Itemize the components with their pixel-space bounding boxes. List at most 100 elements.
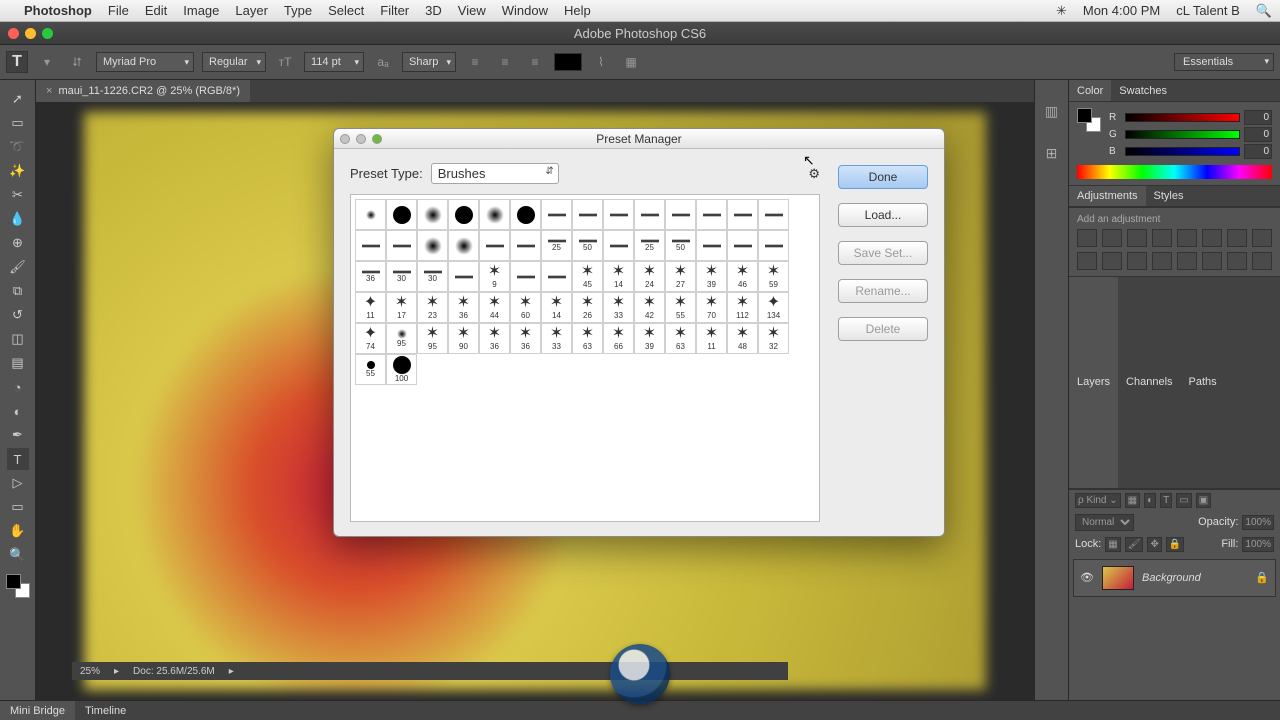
filter-shape-icon[interactable]: ▭	[1176, 493, 1191, 508]
brush-preset[interactable]: 48	[727, 323, 758, 354]
filter-type-icon[interactable]: T	[1160, 493, 1172, 508]
brush-preset[interactable]: 14	[541, 292, 572, 323]
brush-preset[interactable]	[696, 199, 727, 230]
stamp-tool-icon[interactable]: ⧉	[7, 280, 29, 302]
brush-preset[interactable]	[665, 199, 696, 230]
crop-tool-icon[interactable]: ✂	[7, 184, 29, 206]
b-slider[interactable]	[1125, 147, 1240, 156]
preset-type-dropdown[interactable]: Brushes	[431, 163, 559, 184]
brush-preset[interactable]: 33	[541, 323, 572, 354]
adj-bw-icon[interactable]	[1252, 229, 1272, 247]
presets-list[interactable]: 2550255036303094514242739465911172336446…	[350, 194, 820, 522]
brush-preset[interactable]: 46	[727, 261, 758, 292]
eraser-tool-icon[interactable]: ◫	[7, 328, 29, 350]
brush-preset[interactable]: 44	[479, 292, 510, 323]
brush-preset[interactable]: 100	[386, 354, 417, 385]
zoom-tool-icon[interactable]: 🔍	[7, 544, 29, 566]
brush-preset[interactable]: 33	[603, 292, 634, 323]
zoom-level[interactable]: 25%	[80, 666, 100, 677]
font-size-dropdown[interactable]: 114 pt	[304, 52, 364, 72]
adj-threshold-icon[interactable]	[1202, 252, 1222, 270]
dialog-close-icon[interactable]	[340, 134, 350, 144]
menubar-sync-icon[interactable]: ✳	[1056, 3, 1067, 19]
adj-exposure-icon[interactable]	[1152, 229, 1172, 247]
visibility-icon[interactable]: 👁	[1080, 571, 1094, 584]
font-style-dropdown[interactable]: Regular	[202, 52, 266, 72]
menu-view[interactable]: View	[458, 3, 486, 18]
app-menu[interactable]: Photoshop	[24, 3, 92, 18]
pen-tool-icon[interactable]: ✒	[7, 424, 29, 446]
blur-tool-icon[interactable]: ◔	[7, 376, 29, 398]
type-tool-icon[interactable]: T	[7, 448, 29, 470]
lock-all-icon[interactable]: 🔒	[1166, 537, 1184, 552]
brush-preset[interactable]: 23	[417, 292, 448, 323]
fill-input[interactable]: 100%	[1242, 537, 1274, 552]
tool-indicator[interactable]: T	[6, 51, 28, 73]
properties-panel-icon[interactable]: ⊞	[1041, 142, 1063, 164]
brush-preset[interactable]	[386, 230, 417, 261]
brush-preset[interactable]	[510, 230, 541, 261]
lock-trans-icon[interactable]: ▦	[1105, 537, 1120, 552]
path-select-tool-icon[interactable]: ▷	[7, 472, 29, 494]
adj-curves-icon[interactable]	[1127, 229, 1147, 247]
brush-preset[interactable]	[696, 230, 727, 261]
load-button[interactable]: Load...	[838, 203, 928, 227]
brush-preset[interactable]	[448, 261, 479, 292]
adj-posterize-icon[interactable]	[1177, 252, 1197, 270]
brush-preset[interactable]: 11	[355, 292, 386, 323]
save-set-button[interactable]: Save Set...	[838, 241, 928, 265]
brush-preset[interactable]	[758, 230, 789, 261]
brush-preset[interactable]: 42	[634, 292, 665, 323]
menu-image[interactable]: Image	[183, 3, 219, 18]
menu-3d[interactable]: 3D	[425, 3, 442, 18]
brush-preset[interactable]: 112	[727, 292, 758, 323]
brush-preset[interactable]: 39	[634, 323, 665, 354]
healing-tool-icon[interactable]: ⊕	[7, 232, 29, 254]
brush-preset[interactable]: 66	[603, 323, 634, 354]
filter-adjust-icon[interactable]: ◐	[1144, 493, 1156, 508]
delete-button[interactable]: Delete	[838, 317, 928, 341]
brush-preset[interactable]: 32	[758, 323, 789, 354]
menu-file[interactable]: File	[108, 3, 129, 18]
brush-preset[interactable]: 63	[665, 323, 696, 354]
brush-preset[interactable]: 60	[510, 292, 541, 323]
warp-text-icon[interactable]: ⌇	[590, 51, 612, 73]
dialog-titlebar[interactable]: Preset Manager	[334, 129, 944, 149]
marquee-tool-icon[interactable]: ▭	[7, 112, 29, 134]
tab-swatches[interactable]: Swatches	[1111, 80, 1175, 101]
zoom-popup-icon[interactable]: ▸	[114, 666, 119, 677]
brush-preset[interactable]: 27	[665, 261, 696, 292]
color-fg-bg-icon[interactable]	[1077, 108, 1101, 132]
fg-bg-swatches[interactable]	[6, 574, 30, 598]
brush-preset[interactable]	[727, 230, 758, 261]
history-brush-tool-icon[interactable]: ↺	[7, 304, 29, 326]
adj-invert-icon[interactable]	[1152, 252, 1172, 270]
brush-preset[interactable]	[634, 199, 665, 230]
brush-preset[interactable]	[355, 199, 386, 230]
align-left-icon[interactable]: ≡	[464, 51, 486, 73]
text-color-swatch[interactable]	[554, 53, 582, 71]
brush-preset[interactable]: 17	[386, 292, 417, 323]
anti-alias-dropdown[interactable]: Sharp	[402, 52, 456, 72]
lasso-tool-icon[interactable]: ➰	[7, 136, 29, 158]
brush-preset[interactable]	[355, 230, 386, 261]
wand-tool-icon[interactable]: ✨	[7, 160, 29, 182]
brush-preset[interactable]	[510, 261, 541, 292]
brush-preset[interactable]	[541, 261, 572, 292]
lock-pixels-icon[interactable]: 🖌	[1125, 537, 1144, 552]
brush-preset[interactable]: 90	[448, 323, 479, 354]
brush-preset[interactable]	[448, 199, 479, 230]
minimize-window-icon[interactable]	[25, 28, 36, 39]
brush-preset[interactable]: 50	[665, 230, 696, 261]
brush-preset[interactable]: 70	[696, 292, 727, 323]
brush-preset[interactable]: 36	[479, 323, 510, 354]
spectrum-ramp[interactable]	[1077, 165, 1272, 179]
menu-help[interactable]: Help	[564, 3, 591, 18]
brush-preset[interactable]: 45	[572, 261, 603, 292]
adj-channel-mixer-icon[interactable]	[1102, 252, 1122, 270]
opacity-input[interactable]: 100%	[1242, 515, 1274, 530]
font-family-dropdown[interactable]: Myriad Pro	[96, 52, 194, 72]
zoom-window-icon[interactable]	[42, 28, 53, 39]
brush-preset[interactable]	[510, 199, 541, 230]
close-tab-icon[interactable]: ×	[46, 85, 52, 97]
